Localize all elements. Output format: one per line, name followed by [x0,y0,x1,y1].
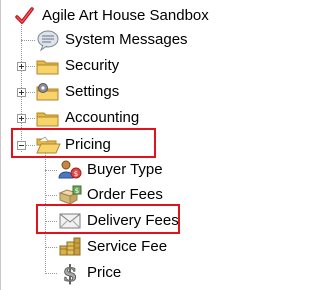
tree-item-buyer-type[interactable]: $ Buyer Type [57,158,163,182]
tree-connector [45,247,57,248]
tree-item-delivery-fees[interactable]: Delivery Fees [57,209,179,233]
tree-item-label: System Messages [65,31,188,48]
dollar-sign-icon: $ [57,261,83,287]
folder-icon [35,106,61,130]
tree-connector [21,40,35,41]
tree-item-label: Order Fees [87,186,163,203]
tree-item-accounting[interactable]: Accounting [35,106,139,130]
expand-security-toggle[interactable] [17,62,26,71]
svg-text:$: $ [74,170,78,178]
buyer-type-icon: $ [57,158,83,182]
tree-item-security[interactable]: Security [35,54,119,78]
svg-text:$: $ [63,261,78,285]
tree-root-node[interactable]: Agile Art House Sandbox [12,4,209,28]
delivery-envelope-icon [57,209,83,233]
tree-item-label: Delivery Fees [87,212,179,229]
tree-item-system-messages[interactable]: System Messages [35,28,188,52]
tree-item-label: Pricing [65,136,111,153]
expand-accounting-toggle[interactable] [17,114,26,123]
tree-item-label: Price [87,264,122,281]
tree-item-service-fee[interactable]: Service Fee [57,235,167,259]
folder-icon [35,54,61,78]
speech-bubble-icon [35,28,61,52]
tree-connector [21,22,22,152]
svg-text:$: $ [75,187,79,195]
tree-item-price[interactable]: $ Price [57,261,122,287]
tree-left-edge [0,0,1,290]
tree-item-label: Service Fee [87,238,168,255]
tree-item-label: Security [65,57,120,74]
order-fees-icon: $ [57,183,83,207]
folder-gear-icon [35,80,61,104]
tree-item-order-fees[interactable]: $ Order Fees [57,183,163,207]
tree-root-label: Agile Art House Sandbox [42,7,209,24]
tree-item-settings[interactable]: Settings [35,80,119,104]
navigation-tree: Agile Art House Sandbox System Messages … [0,0,243,290]
collapse-pricing-toggle[interactable] [17,141,26,150]
tree-connector [45,150,46,274]
tree-connector [45,273,57,274]
coins-icon [57,235,83,259]
tree-item-label: Accounting [65,109,140,126]
tree-item-label: Settings [65,83,120,100]
tree-item-label: Buyer Type [87,161,163,178]
tree-connector [45,221,57,222]
expand-settings-toggle[interactable] [17,88,26,97]
tree-connector [45,195,57,196]
folder-open-icon [35,133,61,157]
tree-connector [45,170,57,171]
tree-item-pricing[interactable]: Pricing [35,133,111,157]
red-check-icon [12,4,38,28]
